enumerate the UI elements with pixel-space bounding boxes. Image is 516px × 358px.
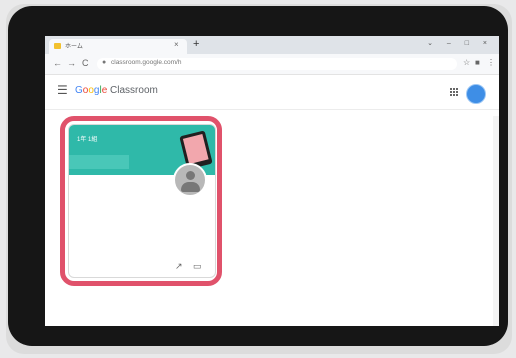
new-tab-button[interactable]: + [193, 37, 199, 51]
scrollbar-track[interactable] [493, 116, 499, 326]
person-head-icon [186, 171, 195, 180]
class-title[interactable]: 1年 1組 [77, 134, 97, 143]
product-name: Classroom [110, 85, 158, 96]
classroom-favicon-icon [54, 43, 61, 49]
folder-icon[interactable]: ▭ [193, 261, 202, 272]
tablet-device: ホーム × + ⌄ – □ × ← → C ● classroom.google… [8, 6, 508, 346]
class-card[interactable]: 1年 1組 ↗ ▭ [68, 124, 216, 278]
screen: ホーム × + ⌄ – □ × ← → C ● classroom.google… [45, 36, 499, 326]
browser-tab[interactable]: ホーム × [49, 39, 187, 54]
google-classroom-logo[interactable]: Google Classroom [75, 85, 158, 96]
person-body-icon [181, 182, 200, 192]
main-menu-icon[interactable]: ☰ [57, 83, 68, 97]
url-text: classroom.google.com/h [111, 59, 182, 66]
back-button[interactable]: ← [53, 58, 62, 68]
bookmark-star-icon[interactable]: ☆ [463, 58, 470, 67]
tab-title: ホーム [65, 44, 83, 50]
reload-button[interactable]: C [82, 58, 89, 68]
extension-icon[interactable]: ■ [475, 58, 480, 67]
browser-toolbar: ← → C ● classroom.google.com/h ☆ ■ ⋮ [45, 54, 499, 75]
google-apps-icon[interactable] [450, 88, 459, 97]
classroom-header: ☰ Google Classroom [45, 75, 499, 110]
trending-up-icon[interactable]: ↗ [175, 261, 183, 272]
account-avatar[interactable] [466, 84, 486, 104]
banner-stripe [69, 155, 129, 169]
tab-strip: ホーム × + ⌄ – □ × [45, 36, 499, 54]
browser-menu-icon[interactable]: ⋮ [487, 58, 495, 67]
teacher-avatar [173, 163, 207, 197]
window-controls[interactable]: ⌄ – □ × [427, 39, 493, 47]
tab-close-icon[interactable]: × [174, 40, 179, 49]
address-bar[interactable]: ● classroom.google.com/h [97, 58, 457, 70]
lock-icon: ● [102, 59, 107, 66]
forward-button[interactable]: → [67, 58, 76, 68]
